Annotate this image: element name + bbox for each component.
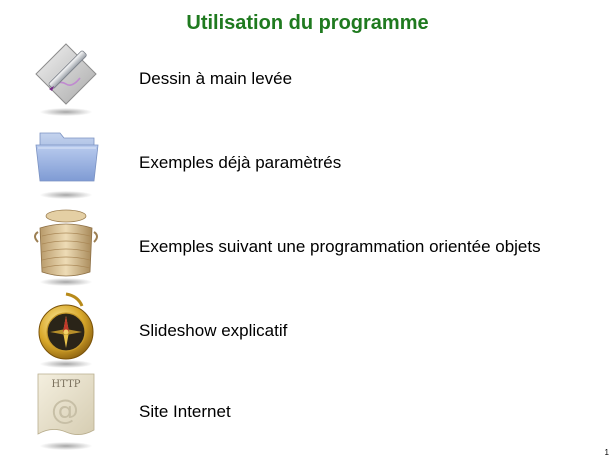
at-symbol: @ [51, 393, 79, 426]
page-number: 1 [604, 448, 609, 457]
menu-item-freehand-drawing[interactable]: Dessin à main levée [30, 40, 600, 122]
drawing-pen-icon [30, 40, 102, 120]
http-document-icon: HTTP @ [30, 372, 102, 452]
folder-icon [30, 123, 102, 203]
menu-item-label: Dessin à main levée [139, 69, 293, 88]
menu-item-label: Site Internet [139, 402, 231, 421]
basket-icon [30, 206, 102, 286]
http-text: HTTP [52, 379, 81, 390]
menu-item-examples[interactable]: Exemples déjà paramètrés [30, 123, 600, 205]
menu-item-label: Exemples déjà paramètrés [139, 153, 342, 172]
compass-icon [30, 290, 102, 370]
menu-item-website[interactable]: HTTP @ Site Internet [30, 372, 600, 454]
menu-item-label: Exemples suivant une programmation orien… [139, 237, 541, 256]
menu-item-object-oriented-examples[interactable]: Exemples suivant une programmation orien… [30, 206, 600, 288]
page-title: Utilisation du programme [186, 12, 429, 34]
menu-item-label: Slideshow explicatif [139, 321, 288, 340]
menu-item-slideshow[interactable]: Slideshow explicatif [30, 290, 600, 372]
